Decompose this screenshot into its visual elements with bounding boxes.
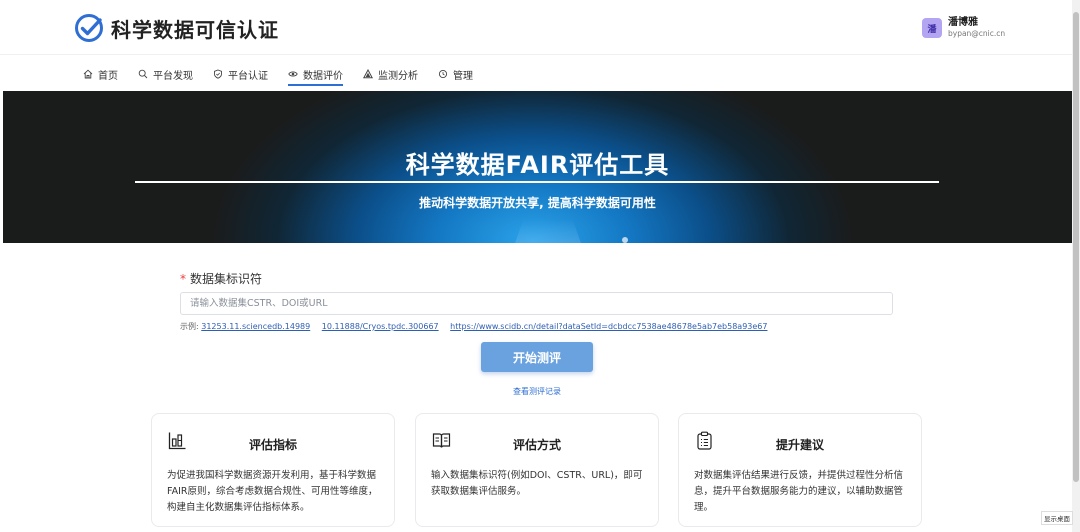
hero-light-beam [513, 219, 583, 243]
hero-title: 科学数据FAIR评估工具 [405, 151, 670, 179]
card-title: 评估方式 [512, 438, 561, 452]
shield-icon [214, 69, 222, 79]
nav-label: 首页 [98, 70, 118, 82]
nav-label: 平台认证 [228, 70, 268, 82]
nav-item-evaluate[interactable]: 数据评价 [288, 64, 343, 86]
view-history-link: 查看测评记录 [0, 386, 1074, 397]
app-title: 科学数据可信认证 [111, 17, 279, 42]
page-scrollbar[interactable] [1072, 0, 1080, 532]
top-header: 科学数据可信认证 潘 潘博雅 bypan@cnic.cn [0, 0, 1072, 55]
hero-divider [135, 181, 939, 183]
nav-label: 平台发现 [153, 70, 193, 82]
nav-item-discover[interactable]: 平台发现 [138, 64, 193, 84]
user-menu[interactable]: 潘 潘博雅 bypan@cnic.cn [922, 17, 1005, 39]
settings-icon [438, 69, 448, 79]
nav-label: 监测分析 [378, 70, 418, 82]
app-logo[interactable]: 科学数据可信认证 [74, 13, 279, 43]
search-icon [138, 69, 148, 79]
user-name: 潘博雅 [948, 17, 978, 28]
identifier-input[interactable] [180, 292, 893, 315]
card-metrics: 评估指标 为促进我国科学数据资源开发利用，基于科学数据FAIR原则，综合考虑数据… [151, 413, 395, 527]
hero-glow-dot [622, 237, 628, 243]
card-title: 评估指标 [248, 438, 297, 452]
main-nav: 首页 平台发现 平台认证 数据评价 监测分析 管理 [83, 64, 493, 86]
example-link-cstr[interactable]: 31253.11.sciencedb.14989 [201, 322, 310, 331]
triangle-icon [363, 69, 373, 79]
card-text: 对数据集评估结果进行反馈，并提供过程性分析信息，提升平台数据服务能力的建议，以辅… [694, 470, 904, 513]
examples-prefix: 示例: [180, 322, 199, 331]
avatar[interactable]: 潘 [922, 18, 942, 38]
example-link-doi[interactable]: 10.11888/Cryos.tpdc.300667 [322, 322, 439, 331]
user-email: bypan@cnic.cn [948, 29, 1006, 38]
example-link-url[interactable]: https://www.scidb.cn/detail?dataSetId=dc… [450, 322, 767, 331]
card-text: 输入数据集标识符(例如DOI、CSTR、URL)，即可获取数据集评估服务。 [431, 470, 643, 497]
card-method: 评估方式 输入数据集标识符(例如DOI、CSTR、URL)，即可获取数据集评估服… [415, 413, 659, 527]
nav-item-home[interactable]: 首页 [83, 64, 118, 84]
identifier-label-text: 数据集标识符 [190, 272, 263, 286]
page: 科学数据可信认证 潘 潘博雅 bypan@cnic.cn 首页 平台发现 平台认… [0, 0, 1080, 532]
nav-item-monitor[interactable]: 监测分析 [363, 64, 418, 84]
hero-banner: 科学数据FAIR评估工具 推动科学数据开放共享, 提高科学数据可用性 [3, 91, 1072, 243]
required-mark: * [180, 272, 186, 286]
identifier-label: * 数据集标识符 [180, 270, 262, 287]
home-icon [83, 69, 93, 79]
nav-label: 管理 [453, 70, 473, 82]
eye-icon [288, 71, 298, 77]
view-history-link-text[interactable]: 查看测评记录 [513, 387, 561, 396]
scrollbar-thumb[interactable] [1073, 12, 1079, 482]
user-info: 潘博雅 bypan@cnic.cn [948, 17, 1005, 39]
nav-item-manage[interactable]: 管理 [438, 64, 473, 84]
card-title: 提升建议 [775, 438, 824, 452]
card-text: 为促进我国科学数据资源开发利用，基于科学数据FAIR原则，综合考虑数据合规性、可… [167, 470, 378, 513]
show-desktop-tooltip: 显示桌面 [1041, 511, 1073, 525]
check-circle-icon [75, 14, 103, 42]
nav-label: 数据评价 [303, 70, 343, 82]
example-links: 示例: 31253.11.sciencedb.14989 10.11888/Cr… [180, 321, 776, 332]
start-evaluation-button[interactable]: 开始测评 [481, 342, 593, 372]
card-advice: 提升建议 对数据集评估结果进行反馈，并提供过程性分析信息，提升平台数据服务能力的… [678, 413, 922, 527]
hero-subtitle: 推动科学数据开放共享, 提高科学数据可用性 [419, 196, 656, 210]
nav-item-certify[interactable]: 平台认证 [213, 64, 268, 84]
